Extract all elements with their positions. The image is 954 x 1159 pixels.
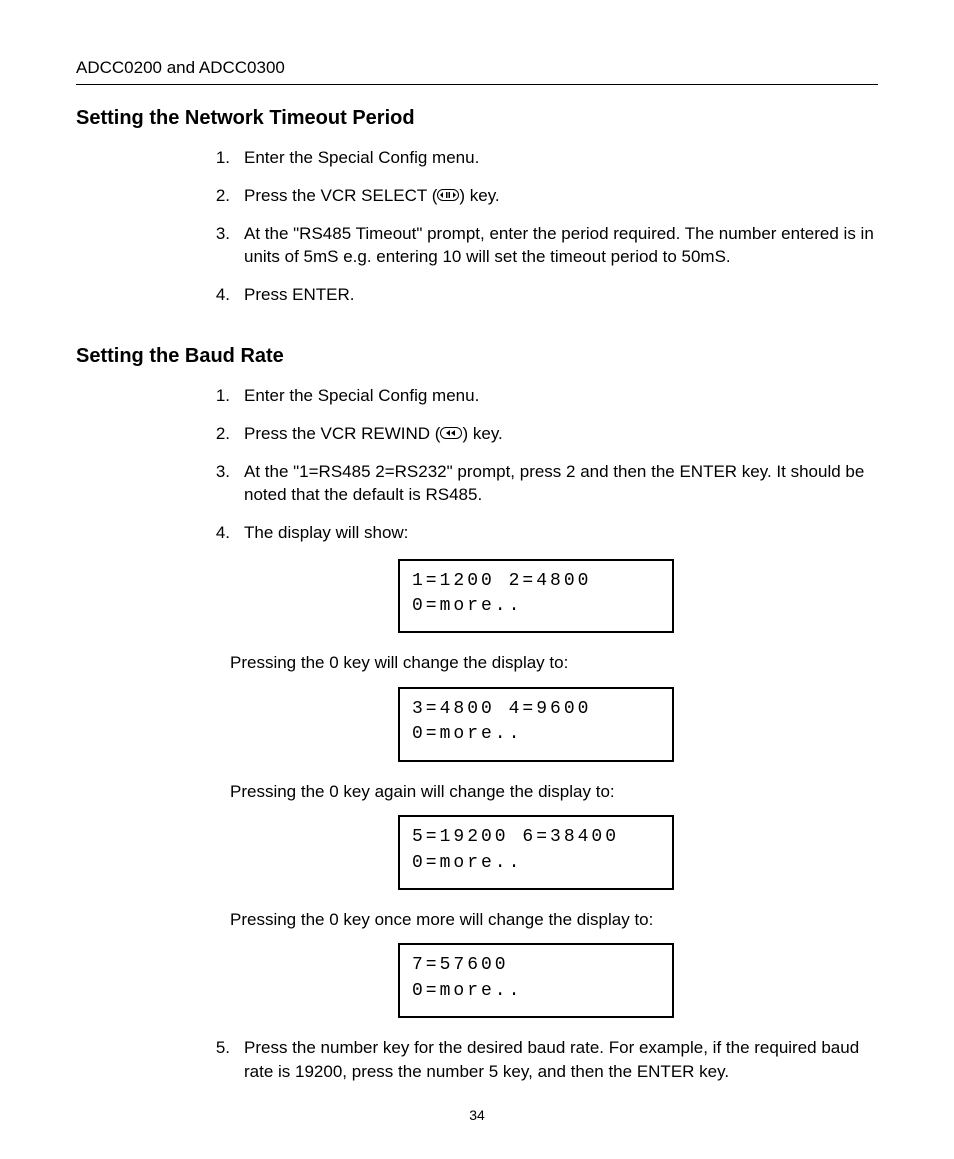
lcd-line: 7=57600 xyxy=(412,953,660,978)
rewind-key-icon xyxy=(440,427,462,439)
step-number: 4. xyxy=(196,283,244,307)
step-text: Press the number key for the desired bau… xyxy=(244,1036,878,1084)
step-text: Enter the Special Config menu. xyxy=(244,146,878,170)
step-text: Press the VCR REWIND ( ) key. xyxy=(244,422,878,446)
step-number: 4. xyxy=(196,521,244,545)
continuation-paragraph: Pressing the 0 key again will change the… xyxy=(230,780,878,804)
step-number: 5. xyxy=(196,1036,244,1060)
lcd-display-b: 3=4800 4=9600 0=more.. xyxy=(398,687,674,761)
lcd-line: 0=more.. xyxy=(412,851,660,876)
steps-list-1: 1. Enter the Special Config menu. 2. Pre… xyxy=(76,146,878,307)
play-pause-key-icon xyxy=(437,189,459,201)
step-text: At the "RS485 Timeout" prompt, enter the… xyxy=(244,222,878,270)
step-item: 1. Enter the Special Config menu. xyxy=(76,384,878,408)
step-number: 2. xyxy=(196,422,244,446)
lcd-line: 3=4800 4=9600 xyxy=(412,697,660,722)
running-header: ADCC0200 and ADCC0300 xyxy=(76,58,878,78)
manual-page: ADCC0200 and ADCC0300 Setting the Networ… xyxy=(0,0,954,1159)
step-text-pre: Press the VCR REWIND ( xyxy=(244,424,440,443)
lcd-display-c: 5=19200 6=38400 0=more.. xyxy=(398,815,674,889)
step-item: 3. At the "1=RS485 2=RS232" prompt, pres… xyxy=(76,460,878,508)
step-item: 2. Press the VCR SELECT ( ) key. xyxy=(76,184,878,208)
step-text: Enter the Special Config menu. xyxy=(244,384,878,408)
step-number: 3. xyxy=(196,460,244,484)
lcd-line: 5=19200 6=38400 xyxy=(412,825,660,850)
step-text-pre: Press the VCR SELECT ( xyxy=(244,186,437,205)
step-text-post: ) key. xyxy=(459,186,499,205)
page-number: 34 xyxy=(0,1107,954,1123)
steps-list-2b: 5. Press the number key for the desired … xyxy=(76,1036,878,1084)
continuation-paragraph: Pressing the 0 key once more will change… xyxy=(230,908,878,932)
lcd-line: 0=more.. xyxy=(412,979,660,1004)
step-number: 3. xyxy=(196,222,244,246)
step-item: 3. At the "RS485 Timeout" prompt, enter … xyxy=(76,222,878,270)
lcd-line: 0=more.. xyxy=(412,722,660,747)
lcd-line: 1=1200 2=4800 xyxy=(412,569,660,594)
step-number: 1. xyxy=(196,146,244,170)
step-item: 2. Press the VCR REWIND ( ) key. xyxy=(76,422,878,446)
step-number: 1. xyxy=(196,384,244,408)
steps-list-2: 1. Enter the Special Config menu. 2. Pre… xyxy=(76,384,878,545)
step-number: 2. xyxy=(196,184,244,208)
lcd-display-a: 1=1200 2=4800 0=more.. xyxy=(398,559,674,633)
step-item: 4. Press ENTER. xyxy=(76,283,878,307)
continuation-paragraph: Pressing the 0 key will change the displ… xyxy=(230,651,878,675)
step-text: Press the VCR SELECT ( ) key. xyxy=(244,184,878,208)
lcd-line: 0=more.. xyxy=(412,594,660,619)
step-item: 1. Enter the Special Config menu. xyxy=(76,146,878,170)
step-item: 5. Press the number key for the desired … xyxy=(76,1036,878,1084)
step-text-post: ) key. xyxy=(462,424,502,443)
section-heading-network-timeout: Setting the Network Timeout Period xyxy=(76,107,878,130)
step-item: 4. The display will show: xyxy=(76,521,878,545)
header-rule xyxy=(76,84,878,85)
step-text: The display will show: xyxy=(244,521,878,545)
section-heading-baud-rate: Setting the Baud Rate xyxy=(76,345,878,368)
lcd-display-d: 7=57600 0=more.. xyxy=(398,943,674,1017)
step-text: Press ENTER. xyxy=(244,283,878,307)
step-text: At the "1=RS485 2=RS232" prompt, press 2… xyxy=(244,460,878,508)
